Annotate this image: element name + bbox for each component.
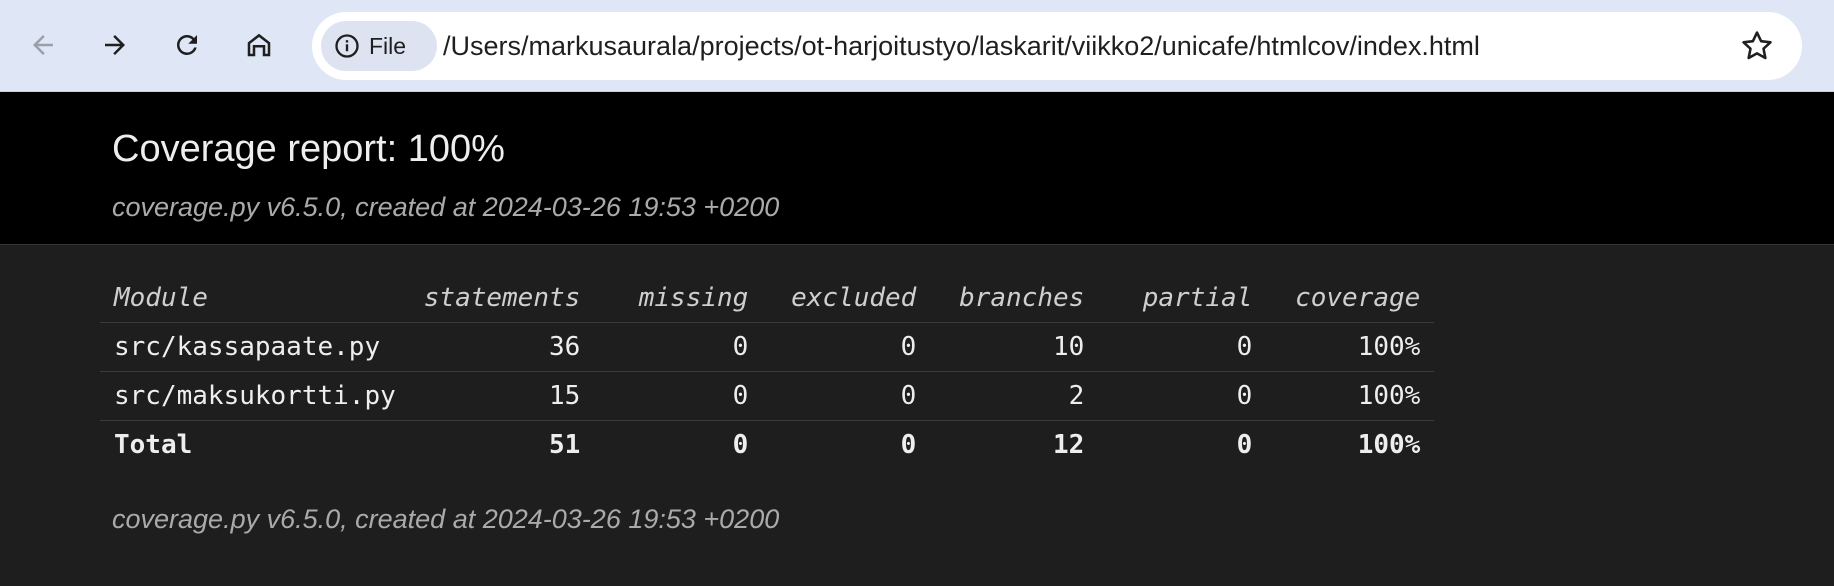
total-missing-cell: 0 (594, 420, 763, 469)
reload-icon (176, 34, 197, 55)
partial-cell: 0 (1098, 322, 1267, 372)
home-button[interactable] (235, 21, 283, 69)
url-text[interactable]: /Users/markusaurala/projects/ot-harjoitu… (443, 12, 1480, 80)
address-bar[interactable]: File /Users/markusaurala/projects/ot-har… (312, 12, 1802, 80)
report-meta: coverage.py v6.5.0, created at 2024-03-2… (112, 192, 780, 222)
column-header-excluded[interactable]: excluded (762, 274, 930, 323)
back-arrow-icon (33, 35, 53, 55)
missing-cell: 0 (594, 322, 763, 372)
column-header-statements[interactable]: statements (410, 274, 595, 323)
footer-meta: coverage.py v6.5.0, created at 2024-03-2… (112, 504, 780, 534)
partial-cell: 0 (1098, 371, 1267, 421)
table-row: src/kassapaate.py 36 0 0 10 0 100% (100, 322, 1435, 372)
browser-toolbar: File /Users/markusaurala/projects/ot-har… (0, 0, 1834, 92)
statements-cell: 15 (409, 371, 595, 421)
total-partial-cell: 0 (1098, 420, 1267, 469)
table-row: src/maksukortti.py 15 0 0 2 0 100% (100, 371, 1435, 421)
missing-cell: 0 (594, 371, 763, 421)
column-header-module[interactable]: Module (100, 274, 410, 323)
total-excluded-cell: 0 (762, 420, 931, 469)
coverage-cell: 100% (1266, 322, 1435, 372)
site-info-chip[interactable]: File (321, 21, 437, 71)
excluded-cell: 0 (762, 371, 931, 421)
branches-cell: 10 (930, 322, 1099, 372)
coverage-cell: 100% (1266, 371, 1435, 421)
table-header-row: Module statements missing excluded branc… (100, 274, 1434, 323)
bookmark-button[interactable] (1740, 29, 1774, 63)
forward-button[interactable] (91, 21, 139, 69)
column-header-coverage[interactable]: coverage (1266, 274, 1434, 323)
page-title: Coverage report: 100% (112, 128, 505, 170)
column-header-missing[interactable]: missing (594, 274, 762, 323)
statements-cell: 36 (409, 322, 595, 372)
coverage-table: Module statements missing excluded branc… (100, 274, 1435, 469)
star-icon (1742, 31, 1772, 60)
branches-cell: 2 (930, 371, 1099, 421)
table-total-row: Total 51 0 0 12 0 100% (100, 420, 1435, 469)
total-branches-cell: 12 (930, 420, 1099, 469)
info-icon (333, 32, 361, 60)
total-label: Total (100, 420, 410, 469)
column-header-partial[interactable]: partial (1098, 274, 1266, 323)
total-statements-cell: 51 (409, 420, 595, 469)
column-header-branches[interactable]: branches (930, 274, 1098, 323)
home-icon (247, 33, 271, 57)
excluded-cell: 0 (762, 322, 931, 372)
report-header: Coverage report: 100% coverage.py v6.5.0… (0, 92, 1834, 245)
forward-arrow-icon (105, 35, 125, 55)
page-content: Coverage report: 100% coverage.py v6.5.0… (0, 92, 1834, 586)
site-chip-label: File (369, 32, 407, 59)
back-button[interactable] (19, 21, 67, 69)
module-link[interactable]: src/maksukortti.py (100, 371, 410, 421)
total-coverage-cell: 100% (1266, 420, 1435, 469)
module-link[interactable]: src/kassapaate.py (100, 322, 410, 372)
reload-button[interactable] (163, 21, 211, 69)
